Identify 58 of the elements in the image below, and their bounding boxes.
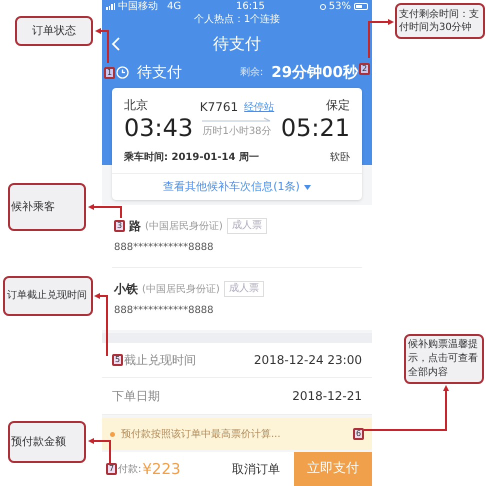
id-type: (中国居民身份证) bbox=[145, 220, 223, 234]
callout-box: 候补购票温馨提示，点击可查看全部内容 bbox=[404, 334, 484, 384]
departure-station: 北京 bbox=[124, 97, 149, 114]
notice-banner[interactable]: 预付款按照该订单中最高票价计算... 6 bbox=[102, 418, 372, 450]
carrier-label: 中国移动 bbox=[118, 2, 158, 12]
arrival-time: 05:21 bbox=[280, 114, 350, 142]
train-number: K7761 bbox=[200, 99, 238, 116]
id-number: 888***********8888 bbox=[114, 304, 215, 318]
cancel-order-button[interactable]: 取消订单 bbox=[232, 460, 280, 478]
order-status: 待支付 bbox=[137, 62, 182, 84]
info-label: 下单日期 bbox=[112, 388, 160, 405]
callout-marker: 5 bbox=[112, 354, 123, 366]
connector-arrow bbox=[88, 438, 111, 464]
connector-arrow bbox=[94, 293, 108, 356]
trip-duration: 历时1小时38分 bbox=[202, 124, 272, 139]
passenger-name: 小铁 bbox=[114, 281, 138, 298]
callout-box: 订单状态 bbox=[15, 16, 93, 46]
back-button[interactable] bbox=[110, 36, 122, 52]
signal-icon bbox=[106, 3, 115, 10]
clock-time: 16:15 bbox=[236, 2, 265, 12]
callout-marker: 7 bbox=[106, 463, 117, 475]
prepay-amount: ¥223 bbox=[142, 458, 181, 480]
connector-arrow bbox=[88, 204, 122, 218]
page-title: 待支付 bbox=[213, 32, 261, 54]
departure-time: 03:43 bbox=[124, 114, 194, 142]
dropdown-icon bbox=[304, 184, 311, 190]
connector-arrow bbox=[368, 19, 394, 58]
remaining-label: 剩余: bbox=[240, 66, 264, 80]
arrival-station: 保定 bbox=[326, 97, 350, 114]
callout-marker: 2 bbox=[359, 62, 370, 74]
info-label: 截止兑现时间 bbox=[124, 352, 196, 369]
battery-percent: 53% bbox=[328, 2, 351, 12]
seat-type: 软卧 bbox=[330, 151, 350, 165]
battery-icon bbox=[354, 3, 368, 10]
callout-box: 候补乘客 bbox=[8, 183, 86, 231]
stops-link[interactable]: 经停站 bbox=[244, 100, 274, 114]
callout-marker: 1 bbox=[104, 66, 115, 78]
info-value: 2018-12-24 23:00 bbox=[254, 352, 362, 369]
connector-arrow bbox=[95, 28, 109, 63]
passenger-name: 路 bbox=[129, 218, 141, 235]
travel-date: 乘车时间: 2019-01-14 周一 bbox=[124, 150, 259, 165]
network-label: 4G bbox=[167, 2, 182, 12]
callout-marker: 3 bbox=[114, 220, 125, 232]
remaining-time: 29分钟00秒 bbox=[271, 62, 358, 84]
clock-icon bbox=[116, 66, 129, 79]
ticket-type-tag: 成人票 bbox=[226, 218, 267, 234]
callout-marker: 6 bbox=[353, 428, 364, 440]
id-number: 888***********8888 bbox=[114, 241, 215, 255]
info-value: 2018-12-21 bbox=[292, 388, 362, 405]
hotspot-text: 个人热点：1个连接 bbox=[194, 15, 280, 25]
ticket-type-tag: 成人票 bbox=[224, 281, 264, 297]
callout-box: 订单截止兑现时间 bbox=[3, 276, 93, 316]
callout-box: 预付款金额 bbox=[8, 421, 86, 463]
prepay-label: 付款: bbox=[118, 462, 142, 476]
more-trains-link[interactable]: 查看其他候补车次信息(1条) bbox=[163, 178, 311, 196]
callout-box: 支付剩余时间：支付时间为30分钟 bbox=[395, 3, 485, 39]
id-type: (中国居民身份证) bbox=[142, 282, 220, 296]
pay-now-button[interactable]: 立即支付 bbox=[294, 452, 372, 486]
